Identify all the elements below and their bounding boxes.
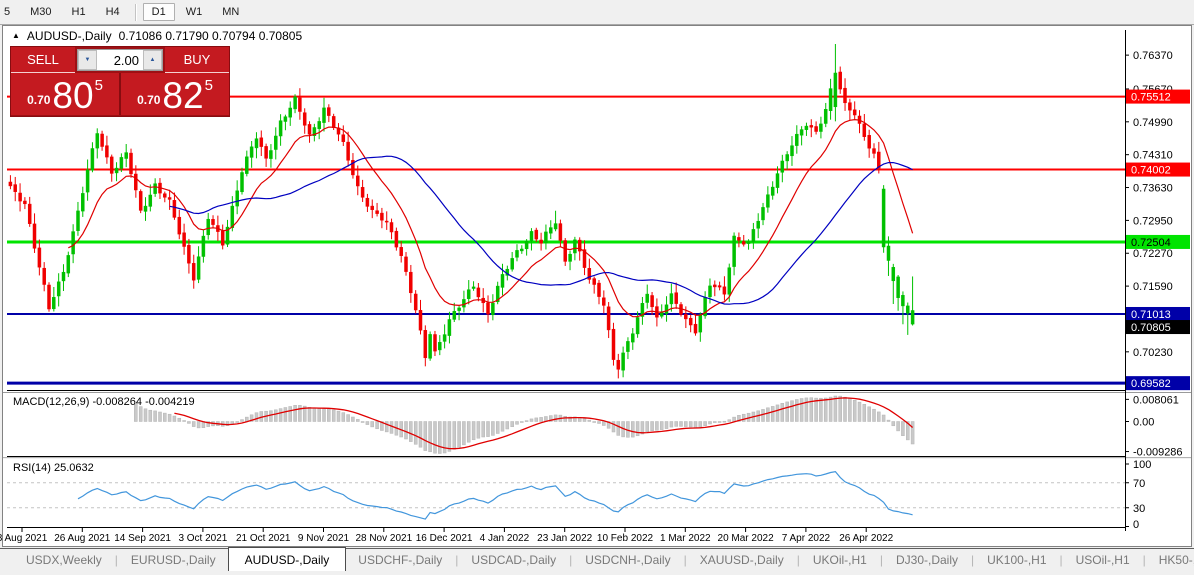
y-axis-tick: 0.74310 [1133, 150, 1173, 162]
timeframe-button-mn[interactable]: MN [213, 3, 248, 21]
sell-price-main: 80 [52, 74, 94, 116]
macd-axis: 0.008061 0.00 -0.009286 [1125, 394, 1183, 459]
y-axis-tick: 0.74990 [1133, 117, 1173, 129]
macd-axis-tick: 0.008061 [1133, 394, 1179, 406]
rsi-axis-tick: 30 [1133, 503, 1145, 515]
tab-hk50-h1[interactable]: HK50-,H1 [1147, 549, 1194, 570]
svg-text:0.75512: 0.75512 [1131, 92, 1171, 104]
tab-usdcnh-daily[interactable]: USDCNH-,Daily [573, 549, 682, 570]
x-axis-label: 21 Oct 2021 [236, 533, 291, 544]
rsi-line [77, 470, 913, 520]
sell-price-button[interactable]: 0.70 80 5 [11, 73, 119, 115]
timeframe-toolbar: 5 M30 H1 H4 D1 W1 MN [0, 0, 1194, 25]
trade-panel-top-row: SELL ▼ 2.00 ▲ BUY [11, 47, 229, 73]
price-lines [7, 95, 1125, 385]
x-axis-label: 28 Nov 2021 [355, 533, 412, 544]
tab-usoil-h1[interactable]: USOil-,H1 [1064, 549, 1142, 570]
chart-ohlc-values: 0.71086 0.71790 0.70794 0.70805 [118, 29, 303, 43]
timeframe-button-h4[interactable]: H4 [97, 3, 129, 21]
tab-usdcad-daily[interactable]: USDCAD-,Daily [459, 549, 568, 570]
collapse-panel-icon[interactable]: ▲ [12, 32, 20, 40]
x-axis-label: 26 Apr 2022 [839, 533, 893, 544]
tab-xauusd-daily[interactable]: XAUUSD-,Daily [688, 549, 796, 570]
x-axis-label: 16 Dec 2021 [416, 533, 473, 544]
sell-button[interactable]: SELL [11, 47, 75, 73]
macd-axis-tick: 0.00 [1133, 417, 1154, 429]
timeframe-button-m30[interactable]: M30 [21, 3, 60, 21]
rsi-axis: 100 70 30 0 [1125, 459, 1151, 531]
svg-text:0.70805: 0.70805 [1131, 322, 1171, 334]
x-axis-label: 14 Sep 2021 [114, 533, 171, 544]
y-axis-tick: 0.76370 [1133, 50, 1173, 62]
buy-button[interactable]: BUY [165, 47, 229, 73]
up-arrow-icon: ▲ [149, 57, 156, 63]
rsi-axis-tick: 70 [1133, 478, 1145, 490]
timeframe-button-h1[interactable]: H1 [63, 3, 95, 21]
price-tag-0.69582: 0.69582 [1126, 376, 1190, 391]
buy-price-button[interactable]: 0.70 82 5 [121, 73, 229, 115]
rsi-axis-tick: 100 [1133, 459, 1151, 471]
tab-uk100-h1[interactable]: UK100-,H1 [975, 549, 1058, 570]
rsi-axis-tick: 0 [1133, 519, 1139, 531]
tab-eurusd-daily[interactable]: EURUSD-,Daily [119, 549, 228, 570]
y-axis-tick: 0.72950 [1133, 215, 1173, 227]
x-axis-label: 10 Feb 2022 [597, 533, 654, 544]
timeframe-button-5[interactable]: 5 [0, 3, 19, 21]
one-click-trading-panel: SELL ▼ 2.00 ▲ BUY 0.70 80 5 0.70 82 5 [10, 46, 230, 117]
price-tag-0.74002: 0.74002 [1126, 162, 1190, 177]
ma-slow-line [169, 155, 913, 305]
down-arrow-icon: ▼ [84, 57, 91, 63]
chart-tabbar: USDX,Weekly | EURUSD-,Daily AUDUSD-,Daily US… [0, 547, 1194, 575]
macd-axis-tick: -0.009286 [1133, 447, 1183, 459]
sell-price-pip: 5 [94, 77, 103, 94]
buy-price-pip: 5 [204, 77, 213, 94]
price-tag-0.71013: 0.71013 [1126, 306, 1190, 321]
rsi-indicator-label: RSI(14) 25.0632 [13, 462, 94, 474]
x-axis-label: 4 Jan 2022 [480, 533, 530, 544]
tab-usdx-weekly[interactable]: USDX,Weekly [14, 549, 114, 570]
y-axis-tick: 0.72270 [1133, 248, 1173, 260]
svg-text:0.71013: 0.71013 [1131, 309, 1171, 321]
x-axis-label: 26 Aug 2021 [54, 533, 111, 544]
x-axis-label: 8 Aug 2021 [0, 533, 48, 544]
x-axis-label: 1 Mar 2022 [660, 533, 711, 544]
x-axis-label: 20 Mar 2022 [718, 533, 775, 544]
tab-dj30-daily[interactable]: DJ30-,Daily [884, 549, 970, 570]
macd-indicator-label: MACD(12,26,9) -0.008264 -0.004219 [13, 396, 195, 408]
tab-audusd-daily[interactable]: AUDUSD-,Daily [227, 547, 347, 571]
chart-title-bar: ▲ AUDUSD-,Daily 0.71086 0.71790 0.70794 … [12, 29, 302, 43]
ma-fast-line [68, 118, 914, 318]
volume-value[interactable]: 2.00 [97, 50, 143, 70]
x-axis-label: 7 Apr 2022 [782, 533, 831, 544]
svg-text:0.72504: 0.72504 [1131, 237, 1171, 249]
volume-decrease-button[interactable]: ▼ [78, 50, 97, 70]
sell-price-prefix: 0.70 [27, 93, 51, 107]
x-axis-label: 23 Jan 2022 [537, 533, 592, 544]
timeframe-button-w1[interactable]: W1 [177, 3, 212, 21]
buy-price-main: 82 [162, 74, 204, 116]
price-tag-0.72504: 0.72504 [1126, 234, 1190, 249]
volume-spinner: ▼ 2.00 ▲ [77, 49, 163, 71]
x-axis-label: 3 Oct 2021 [178, 533, 227, 544]
x-axis: 8 Aug 2021 26 Aug 2021 14 Sep 2021 3 Oct 20… [0, 528, 894, 544]
timeframe-button-d1[interactable]: D1 [142, 3, 175, 21]
trade-panel-price-row: 0.70 80 5 0.70 82 5 [11, 73, 229, 115]
price-tag-0.75512: 0.75512 [1126, 89, 1190, 104]
y-axis-tick: 0.73630 [1133, 183, 1173, 195]
chart-symbol-label: AUDUSD-,Daily [26, 29, 112, 43]
volume-increase-button[interactable]: ▲ [143, 50, 162, 70]
svg-text:0.74002: 0.74002 [1131, 165, 1171, 177]
buy-price-prefix: 0.70 [137, 93, 161, 107]
y-axis-tick: 0.70230 [1133, 347, 1173, 359]
svg-text:0.69582: 0.69582 [1131, 378, 1171, 390]
mt4-workspace: 5M30H1H4D1W1MN 0.763700.756700.749900.74… [0, 0, 1194, 575]
tab-usdchf-daily[interactable]: USDCHF-,Daily [346, 549, 454, 570]
tab-ukoil-h1[interactable]: UKOil-,H1 [801, 549, 879, 570]
y-axis-tick: 0.71590 [1133, 281, 1173, 293]
toolbar-separator [134, 3, 137, 21]
x-axis-label: 9 Nov 2021 [298, 533, 350, 544]
current-price-tag: 0.70805 [1126, 320, 1190, 335]
